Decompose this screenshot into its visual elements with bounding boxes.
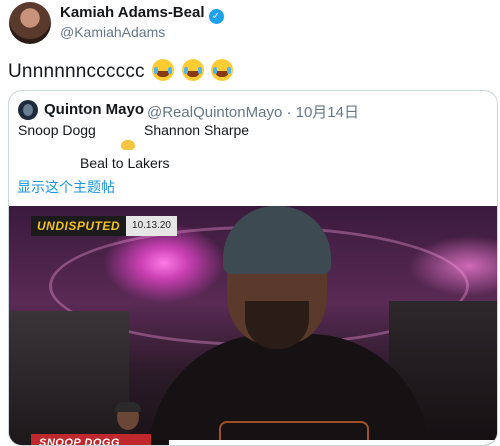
tweet-text: Unnnnnncccccc xyxy=(8,59,234,83)
verified-badge-icon: ✓ xyxy=(208,9,224,24)
quoted-author-avatar xyxy=(18,100,38,120)
quoted-line-snoop: Snoop Dogg xyxy=(18,122,96,138)
author-handle[interactable]: @KamiahAdams xyxy=(60,24,165,40)
show-bug-label: UNDISPUTED xyxy=(31,216,127,236)
lower-third-name: SNOOP DOGG xyxy=(31,434,151,445)
quoted-author-name: Quinton Mayo xyxy=(44,101,144,118)
quoted-line-shannon: Shannon Sharpe xyxy=(144,122,250,138)
quoted-handle-date: @RealQuintonMayo · 10月14日 xyxy=(147,104,359,121)
tweet-body: Unnnnnncccccc xyxy=(8,61,145,82)
author-name-text: Kamiah Adams-Beal xyxy=(60,4,205,21)
face-with-tears-of-joy-icon xyxy=(152,59,175,81)
person-beanie xyxy=(223,206,331,274)
clapping-hands-icon xyxy=(121,140,135,150)
studio-panel-left xyxy=(9,311,129,445)
show-bug: UNDISPUTED 10.13.20 xyxy=(31,216,177,236)
quoted-line-beal: Beal to Lakers xyxy=(80,155,170,171)
show-bug-date: 10.13.20 xyxy=(126,216,177,236)
news-ticker xyxy=(169,440,497,445)
mini-person-cap xyxy=(115,402,141,412)
face-with-tears-of-joy-icon xyxy=(181,59,204,81)
quoted-tweet-card[interactable]: Quinton Mayo @RealQuintonMayo · 10月14日 S… xyxy=(8,90,498,446)
video-player[interactable]: UNDISPUTED 10.13.20 SNOOP DOGG xyxy=(9,206,497,445)
author-avatar[interactable] xyxy=(9,2,51,44)
author-display-name[interactable]: Kamiah Adams-Beal ✓ xyxy=(60,4,224,24)
show-thread-link[interactable]: 显示这个主题帖 xyxy=(17,177,115,197)
face-with-tears-of-joy-icon xyxy=(211,59,234,81)
